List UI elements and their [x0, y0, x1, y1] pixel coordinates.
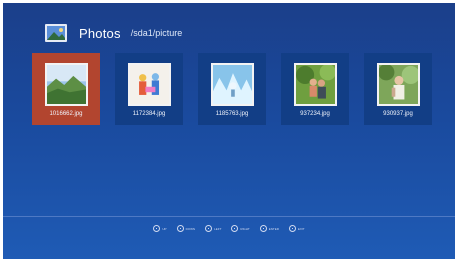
photo-filename: 930937.jpg [383, 111, 413, 117]
right-key-icon [231, 225, 239, 232]
photo-thumbnail [377, 63, 420, 106]
photo-browser-screen: Photos /sda1/picture 1016662.jpg 1172384… [3, 3, 455, 259]
hint-up: UP [153, 225, 167, 232]
photo-filename: 937234.jpg [300, 111, 330, 117]
photo-gallery: 1016662.jpg 1172384.jpg 1185763.jpg 9372… [32, 53, 447, 125]
photo-thumbnail [45, 63, 88, 106]
hint-right: RIGHT [231, 225, 250, 232]
hint-label: EXIT [297, 226, 305, 231]
hint-down: DOWN [176, 225, 196, 232]
footer-divider [3, 216, 455, 217]
photo-item-1185763[interactable]: 1185763.jpg [198, 53, 266, 125]
photo-item-1172384[interactable]: 1172384.jpg [115, 53, 183, 125]
photo-thumbnail [128, 63, 171, 106]
up-key-icon [153, 225, 161, 232]
down-key-icon [176, 225, 184, 232]
photo-item-1016662[interactable]: 1016662.jpg [32, 53, 100, 125]
page-title: Photos [79, 25, 121, 41]
exit-key-icon [288, 225, 296, 232]
remote-key-hints: UP DOWN LEFT RIGHT ENTER EXIT [3, 225, 455, 232]
hint-label: ENTER [268, 226, 279, 231]
hint-enter: ENTER [259, 225, 279, 232]
left-key-icon [205, 225, 213, 232]
photos-app-icon [45, 24, 67, 42]
hint-label: UP [162, 226, 167, 231]
photo-item-937234[interactable]: 937234.jpg [281, 53, 349, 125]
photo-thumbnail [211, 63, 254, 106]
hint-label: RIGHT [240, 226, 250, 231]
photo-filename: 1185763.jpg [215, 111, 249, 117]
enter-key-icon [259, 225, 267, 232]
photo-filename: 1016662.jpg [49, 111, 83, 117]
photo-item-930937[interactable]: 930937.jpg [364, 53, 432, 125]
hint-label: DOWN [185, 226, 196, 231]
header: Photos /sda1/picture [45, 21, 182, 45]
photo-filename: 1172384.jpg [132, 111, 166, 117]
hint-left: LEFT [205, 225, 221, 232]
hint-exit: EXIT [288, 225, 305, 232]
photo-thumbnail [294, 63, 337, 106]
hint-label: LEFT [214, 226, 222, 231]
folder-path: /sda1/picture [130, 28, 183, 38]
